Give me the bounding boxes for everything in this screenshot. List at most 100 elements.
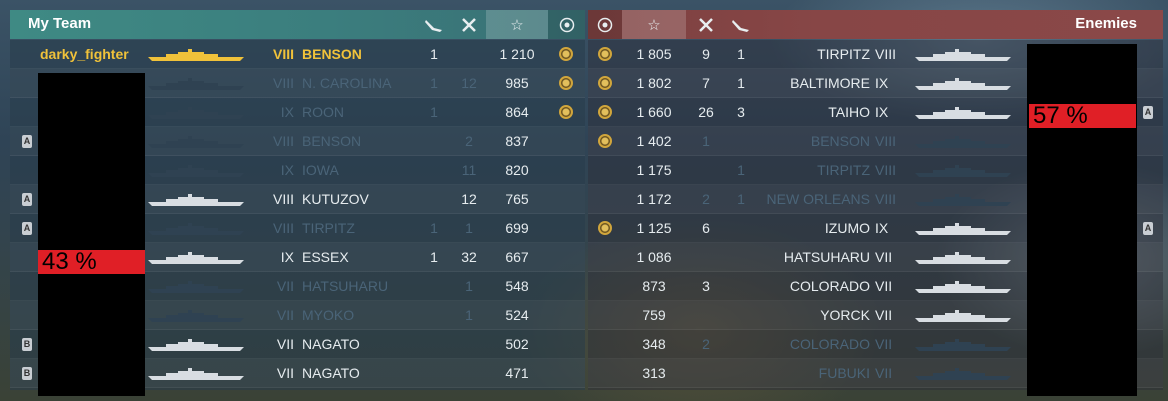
ship-name: FUBUKI xyxy=(818,365,870,381)
ship-name: ROON xyxy=(302,104,344,120)
kills-count: 1 xyxy=(465,278,473,294)
ship-name: IOWA xyxy=(302,162,339,178)
ship-tier: IX xyxy=(280,162,294,178)
player-name: darky_fighter xyxy=(40,46,129,62)
ship-name: KUTUZOV xyxy=(302,191,369,207)
ship-silhouette-icon xyxy=(904,310,1022,322)
division-badge-icon: A xyxy=(1143,106,1153,119)
medal-column-icon xyxy=(588,10,622,39)
ship-tier: VIII xyxy=(875,133,897,149)
score-value: 765 xyxy=(505,191,529,207)
kills-count: 9 xyxy=(702,46,710,62)
my-team-title: My Team xyxy=(28,15,92,32)
redaction-block-left xyxy=(38,73,145,396)
ship-name: COLORADO xyxy=(789,278,870,294)
redaction-block-right xyxy=(1027,44,1137,396)
kills-count: 12 xyxy=(461,75,477,91)
score-value: 1 402 xyxy=(636,133,672,149)
planes-count: 1 xyxy=(430,220,438,236)
table-row[interactable]: darky_fighter VIII BENSON 1 1 210 xyxy=(10,40,585,69)
division-badge-icon: B xyxy=(22,367,32,380)
score-value: 759 xyxy=(642,307,666,323)
ship-name: HATSUHARU xyxy=(783,249,870,265)
planes-count xyxy=(724,127,758,155)
planes-count xyxy=(416,127,452,155)
kills-count xyxy=(452,330,486,358)
ship-name: IZUMO xyxy=(824,220,870,236)
kills-count: 2 xyxy=(465,133,473,149)
ship-name: YORCK xyxy=(820,307,870,323)
score-value: 1 086 xyxy=(636,249,672,265)
ship-silhouette-icon xyxy=(148,339,244,351)
ship-silhouette-icon xyxy=(148,368,244,380)
ship-tier: VIII xyxy=(272,133,294,149)
ship-tier: VII xyxy=(276,307,294,323)
ship-silhouette-icon xyxy=(148,49,244,61)
score-value: 348 xyxy=(642,336,666,352)
ship-tier: VII xyxy=(875,278,893,294)
score-value: 1 802 xyxy=(636,75,672,91)
medal-icon xyxy=(559,76,573,90)
kills-count: 1 xyxy=(702,133,710,149)
ship-tier: VII xyxy=(276,278,294,294)
ship-name: BENSON xyxy=(810,133,870,149)
planes-count xyxy=(416,359,452,387)
score-column-star-icon: ☆ xyxy=(486,10,548,39)
ship-name: ESSEX xyxy=(302,249,349,265)
ship-name: HATSUHARU xyxy=(302,278,389,294)
ship-silhouette-icon xyxy=(904,165,1022,177)
ship-tier: VIII xyxy=(875,162,897,178)
score-value: 471 xyxy=(505,365,529,381)
kills-count xyxy=(688,359,724,387)
kills-count: 6 xyxy=(702,220,710,236)
planes-count xyxy=(416,301,452,329)
kills-count: 7 xyxy=(702,75,710,91)
score-value: 864 xyxy=(505,104,529,120)
kills-count: 3 xyxy=(702,278,710,294)
planes-count: 1 xyxy=(430,75,438,91)
kills-count: 2 xyxy=(702,191,710,207)
my-team-percent: 43 % xyxy=(38,250,145,274)
ship-name: BENSON xyxy=(302,133,362,149)
ship-silhouette-icon xyxy=(148,281,244,293)
ship-name: N. CAROLINA xyxy=(302,75,392,91)
medal-icon xyxy=(598,76,612,90)
battle-results-screen: My Team ☆ ☆ Enemies darky_fighter VIII BEN… xyxy=(0,0,1168,401)
ship-name: BALTIMORE xyxy=(790,75,870,91)
ship-tier: VIII xyxy=(272,75,294,91)
medal-icon xyxy=(559,47,573,61)
ship-name: TIRPITZ xyxy=(817,46,870,62)
kills-count: 11 xyxy=(461,162,477,178)
kills-count: 1 xyxy=(465,220,473,236)
kills-count xyxy=(452,98,486,126)
planes-count: 1 xyxy=(737,75,745,91)
ship-tier: IX xyxy=(875,104,889,120)
ship-silhouette-icon xyxy=(904,49,1022,61)
ship-tier: VII xyxy=(875,365,893,381)
ship-silhouette-icon xyxy=(148,310,244,322)
score-value: 548 xyxy=(505,278,529,294)
ship-silhouette-icon xyxy=(904,223,1022,235)
medal-icon xyxy=(598,221,612,235)
kills-count xyxy=(688,301,724,329)
score-value: 1 175 xyxy=(636,162,672,178)
ship-silhouette-icon xyxy=(904,78,1022,90)
medal-icon xyxy=(598,105,612,119)
kills-count: 12 xyxy=(461,191,477,207)
ship-silhouette-icon xyxy=(904,252,1022,264)
ship-name: TIRPITZ xyxy=(302,220,355,236)
ship-name: NEW ORLEANS xyxy=(766,191,870,207)
division-badge-icon: A xyxy=(22,193,32,206)
planes-column-icon xyxy=(416,10,452,39)
kills-count xyxy=(688,243,724,271)
division-badge-icon: A xyxy=(22,135,32,148)
kills-count: 32 xyxy=(461,249,477,265)
ship-tier: VIII xyxy=(272,220,294,236)
kills-count: 1 xyxy=(465,307,473,323)
score-value: 820 xyxy=(505,162,529,178)
planes-count: 1 xyxy=(430,46,438,62)
ship-silhouette-icon xyxy=(904,339,1022,351)
enemies-header: ☆ Enemies xyxy=(588,10,1163,39)
division-badge-icon: A xyxy=(1143,222,1153,235)
enemies-title: Enemies xyxy=(1075,15,1137,32)
